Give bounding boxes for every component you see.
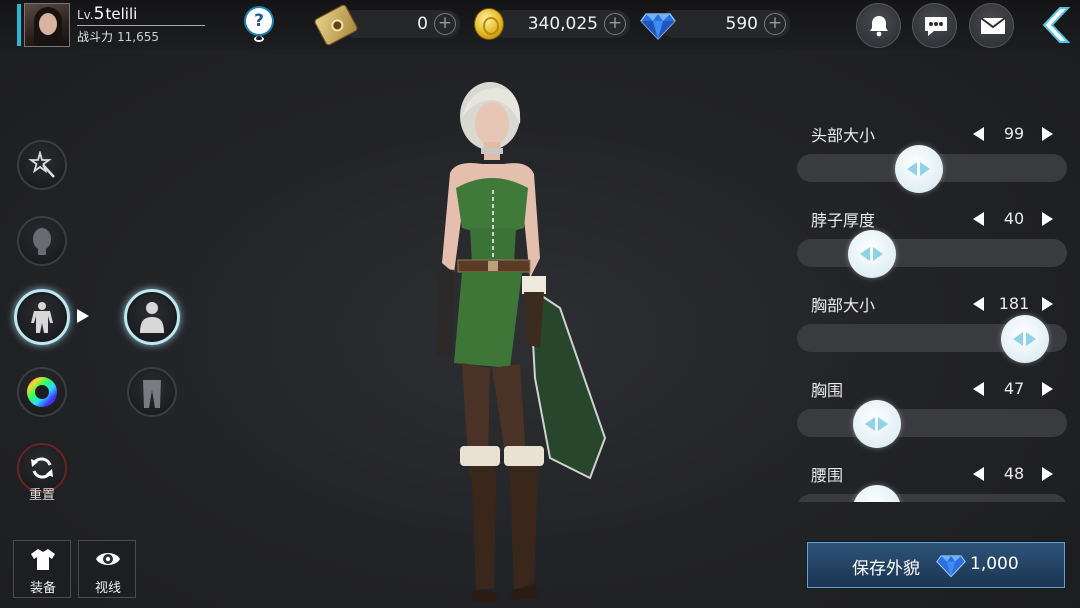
level-number: 5 [93,4,105,24]
chat-button[interactable] [912,3,957,48]
add-gem-button[interactable]: + [764,13,786,35]
magic-wand-icon [28,151,55,178]
view-angle-button[interactable]: 视线 [78,540,136,598]
slider-knob[interactable] [852,400,901,448]
slider-value: 181 [998,294,1030,313]
legs-shape-button[interactable] [127,367,177,417]
legs-silhouette-icon [143,380,161,408]
increase-arrow-icon[interactable] [1042,212,1053,226]
color-wheel-icon [27,377,57,407]
decrease-arrow-icon[interactable] [973,127,984,141]
save-appearance-button[interactable]: 保存外貌 1,000 [807,542,1065,588]
reset-label: 重置 [28,488,55,503]
slider-track[interactable] [797,494,1067,502]
add-gold-button[interactable]: + [604,13,626,35]
view-angle-label: 视线 [94,581,121,596]
slider-row-head-size: 头部大小 99 [796,112,1068,197]
slider-knob[interactable] [852,485,901,502]
equipment-button[interactable]: 装备 [13,540,71,598]
slider-label: 胸部大小 [811,296,876,315]
envelope-icon [980,17,1006,34]
bell-icon [870,16,888,37]
upper-body-button[interactable] [124,289,180,345]
power-value: 11,655 [117,30,160,44]
submenu-arrow-icon [77,309,89,323]
profile-accent-bar [17,4,21,46]
help-pin-icon [254,36,264,42]
slider-label: 胸围 [811,381,844,400]
slider-knob[interactable] [1001,315,1050,363]
character-model[interactable] [410,78,630,606]
head-silhouette-icon [33,228,51,255]
slider-track[interactable] [797,409,1067,437]
magic-wand-button[interactable] [17,140,67,190]
save-label: 保存外貌 [852,559,920,579]
gold-currency: 340,025 + [490,10,630,38]
increase-arrow-icon[interactable] [1042,127,1053,141]
gem-value: 590 [725,14,758,34]
decrease-arrow-icon[interactable] [973,382,984,396]
slider-label: 腰围 [811,466,844,485]
slider-value: 40 [1003,209,1025,228]
equipment-label: 装备 [29,581,56,596]
level-prefix: Lv. [77,8,94,22]
top-bar: Lv.5telili 战斗力 11,655 ? 0 + 340,025 + 590… [0,0,1080,50]
increase-arrow-icon[interactable] [1042,467,1053,481]
upper-body-icon [140,302,164,333]
gem-currency: 590 + [660,10,790,38]
player-level-name: Lv.5telili [77,4,205,24]
diamond-icon [936,555,966,578]
mail-button[interactable] [969,3,1014,48]
slider-row-waist: 腰围 48 [796,452,1068,502]
help-icon[interactable]: ? [246,8,272,34]
body-slider-panel[interactable]: 头部大小 99 脖子厚度 40 胸部大小 181 胸围 47 腰围 48 [796,112,1068,502]
back-arrow-icon[interactable] [1030,4,1074,46]
ticket-value: 0 [417,14,428,34]
power-label: 战斗力 [77,30,114,44]
tshirt-icon [31,549,55,570]
slider-value: 99 [1003,124,1025,143]
notification-bell-button[interactable] [856,3,901,48]
body-silhouette-icon [31,302,53,333]
slider-row-neck-thickness: 脖子厚度 40 [796,197,1068,282]
increase-arrow-icon[interactable] [1042,297,1053,311]
decrease-arrow-icon[interactable] [973,467,984,481]
ticket-currency: 0 + [340,10,460,38]
slider-label: 脖子厚度 [811,211,876,230]
color-picker-button[interactable] [17,367,67,417]
slider-value: 47 [1003,379,1025,398]
avatar[interactable] [24,3,70,47]
gold-coin-icon [474,8,504,40]
slider-knob[interactable] [894,145,943,193]
slider-row-chest: 胸围 47 [796,367,1068,452]
add-ticket-button[interactable]: + [434,13,456,35]
save-cost: 1,000 [970,554,1019,574]
refresh-icon [31,457,53,479]
player-name: telili [105,5,138,23]
slider-label: 头部大小 [811,126,876,145]
slider-knob[interactable] [848,230,897,278]
full-body-button[interactable] [14,289,70,345]
decrease-arrow-icon[interactable] [973,212,984,226]
diamond-icon [640,13,676,40]
decrease-arrow-icon[interactable] [973,297,984,311]
head-shape-button[interactable] [17,216,67,266]
increase-arrow-icon[interactable] [1042,382,1053,396]
eye-icon [96,553,120,565]
chat-bubble-icon [925,17,947,36]
slider-row-bust-size: 胸部大小 181 [796,282,1068,367]
slider-track[interactable] [797,239,1067,267]
combat-power: 战斗力 11,655 [77,28,159,45]
gold-value: 340,025 [527,14,598,34]
slider-value: 48 [1003,464,1025,483]
level-underline [77,25,205,26]
